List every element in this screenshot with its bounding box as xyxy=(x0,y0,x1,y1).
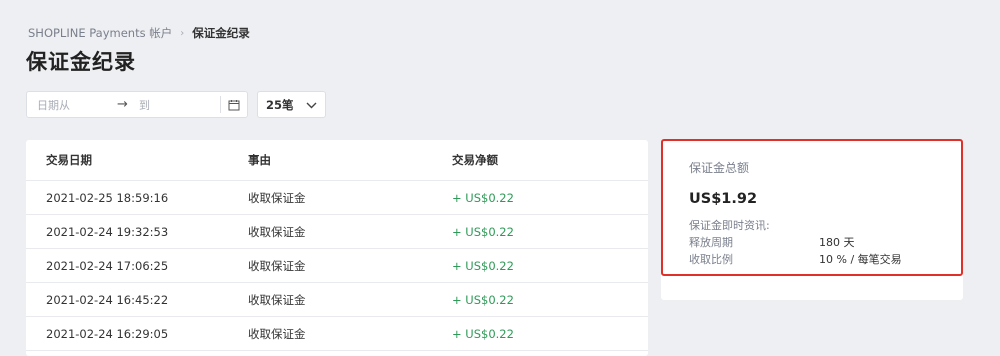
chevron-right-icon: › xyxy=(180,27,185,39)
row-reason: 收取保证金 xyxy=(248,292,306,307)
table-row: 2021-02-25 18:59:16 收取保证金 + US$0.22 xyxy=(26,181,648,215)
row-amount: + US$0.22 xyxy=(452,292,514,307)
row-date: 2021-02-24 16:29:05 xyxy=(46,326,169,341)
page-size-value: 25笔 xyxy=(266,97,294,112)
chevron-down-icon xyxy=(306,98,317,112)
highlight-box xyxy=(661,139,963,276)
row-amount: + US$0.22 xyxy=(452,326,514,341)
breadcrumb: SHOPLINE Payments 帐户 › 保证金纪录 xyxy=(28,25,250,41)
table-row: 2021-02-24 16:45:22 收取保证金 + US$0.22 xyxy=(26,283,648,317)
row-amount: + US$0.22 xyxy=(452,258,514,273)
header-date: 交易日期 xyxy=(46,153,92,167)
page-size-select[interactable]: 25笔 xyxy=(257,91,326,118)
table-row: 2021-02-24 19:32:53 收取保证金 + US$0.22 xyxy=(26,215,648,249)
arrow-right-icon: → xyxy=(117,97,128,112)
row-date: 2021-02-24 19:32:53 xyxy=(46,224,169,239)
date-range-picker[interactable]: 日期从 → 到 xyxy=(26,91,248,118)
row-date: 2021-02-24 16:45:22 xyxy=(46,292,169,307)
breadcrumb-current: 保证金纪录 xyxy=(192,26,250,40)
table-row: 2021-02-24 16:29:05 收取保证金 + US$0.22 xyxy=(26,317,648,351)
header-reason: 事由 xyxy=(248,153,271,167)
deposit-records-table: 交易日期 事由 交易净额 2021-02-25 18:59:16 收取保证金 +… xyxy=(26,140,648,356)
breadcrumb-parent-link[interactable]: SHOPLINE Payments 帐户 xyxy=(28,25,172,41)
calendar-icon[interactable] xyxy=(221,99,247,111)
row-date: 2021-02-25 18:59:16 xyxy=(46,190,169,205)
row-amount: + US$0.22 xyxy=(452,190,514,205)
table-header: 交易日期 事由 交易净额 xyxy=(26,140,648,181)
table-row: 2021-02-24 17:06:25 收取保证金 + US$0.22 xyxy=(26,249,648,283)
header-amount: 交易净额 xyxy=(452,153,498,167)
page-title: 保证金纪录 xyxy=(26,50,136,74)
row-amount: + US$0.22 xyxy=(452,224,514,239)
row-reason: 收取保证金 xyxy=(248,326,306,341)
row-reason: 收取保证金 xyxy=(248,190,306,205)
date-from-input[interactable]: 日期从 xyxy=(27,97,117,113)
row-date: 2021-02-24 17:06:25 xyxy=(46,258,169,273)
date-to-input[interactable]: 到 xyxy=(135,97,220,113)
row-reason: 收取保证金 xyxy=(248,258,306,273)
row-reason: 收取保证金 xyxy=(248,224,306,239)
